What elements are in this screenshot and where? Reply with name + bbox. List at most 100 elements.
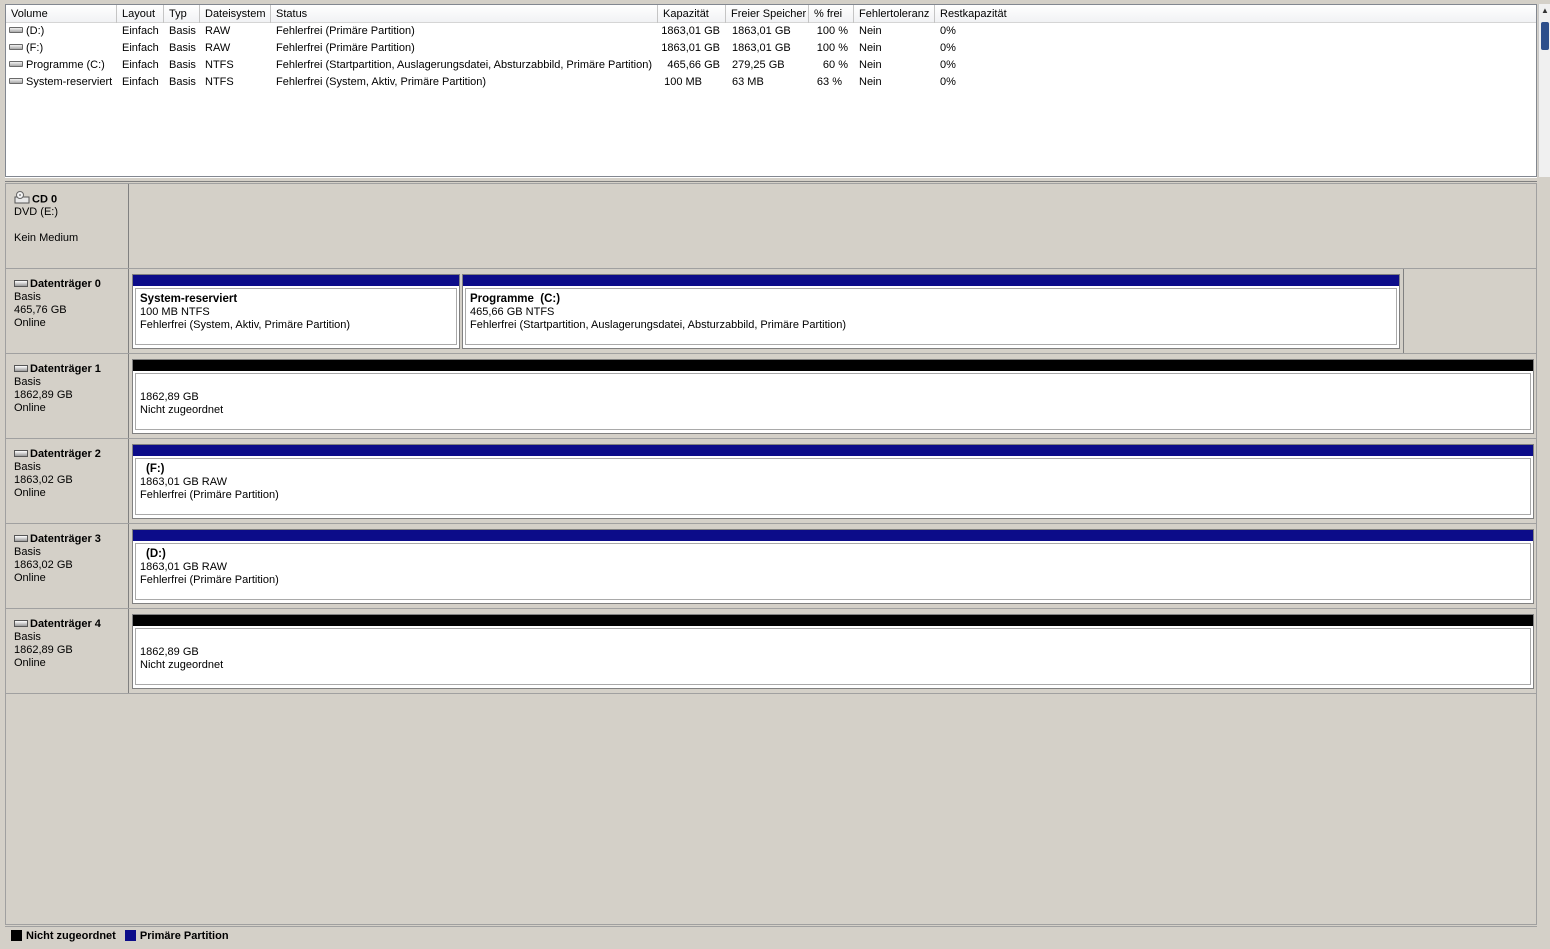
volume-row[interactable]: System-reserviert Einfach Basis NTFS Feh… [6,74,1536,91]
partition-details: 1862,89 GB Nicht zugeordnet [135,373,1531,430]
disk-name: Datenträger 1 [30,363,101,375]
primary-partition-bar [463,275,1399,286]
volume-row[interactable]: (D:) Einfach Basis RAW Fehlerfrei (Primä… [6,23,1536,40]
partition-details: Programme (C:) 465,66 GB NTFS Fehlerfrei… [465,288,1397,345]
restkapazitaet-cell: 0% [940,25,956,37]
volume-name: Programme (C:) [26,59,105,71]
freier-speicher-cell: 63 MB [732,76,764,88]
pane-splitter[interactable] [5,177,1537,182]
prozent-frei-cell: 60 % [822,59,848,71]
freier-speicher-cell: 279,25 GB [732,59,785,71]
status-cell: Fehlerfrei (Primäre Partition) [276,42,415,54]
disk-name: Datenträger 2 [30,448,101,460]
volume-list-scrollbar[interactable]: ▲ [1538,4,1550,177]
prozent-frei-cell: 63 % [816,76,842,88]
partition-d[interactable]: (D:) 1863,01 GB RAW Fehlerfrei (Primäre … [132,529,1534,604]
layout-cell: Einfach [122,25,159,37]
disk-label-0[interactable]: Datenträger 0 Basis 465,76 GB Online [6,269,129,353]
column-header-freier-speicher[interactable]: Freier Speicher [726,5,809,23]
volume-row[interactable]: Programme (C:) Einfach Basis NTFS Fehler… [6,57,1536,74]
drive-icon [9,27,23,34]
column-header-status[interactable]: Status [271,5,658,23]
disk-status: Online [14,657,46,669]
disk-name: Datenträger 0 [30,278,101,290]
restkapazitaet-cell: 0% [940,42,956,54]
partition-area: (D:) 1863,01 GB RAW Fehlerfrei (Primäre … [130,524,1536,608]
fehlertoleranz-cell: Nein [859,59,882,71]
kapazitaet-cell: 465,66 GB [667,59,720,71]
volume-list-header: Volume Layout Typ Dateisystem Status Kap… [6,5,1536,23]
partition-title: Programme (C:) [470,293,561,305]
dateisystem-cell: RAW [205,42,231,54]
partition-programme-c[interactable]: Programme (C:) 465,66 GB NTFS Fehlerfrei… [462,274,1400,349]
disk-empty-area [130,184,1536,268]
volume-cell: Programme (C:) [9,57,117,74]
disk-type: Basis [14,546,41,558]
disk-type: Basis [14,631,41,643]
partition-status: Fehlerfrei (Primäre Partition) [140,489,279,501]
disk-spacer [14,219,128,232]
partition-area: 1862,89 GB Nicht zugeordnet [130,354,1536,438]
volume-cell: (D:) [9,23,117,40]
volume-row[interactable]: (F:) Einfach Basis RAW Fehlerfrei (Primä… [6,40,1536,57]
partition-size: 100 MB NTFS [140,306,210,318]
legend-item-unallocated: Nicht zugeordnet [11,929,116,942]
column-header-fehlertoleranz[interactable]: Fehlertoleranz [854,5,935,23]
volume-list[interactable]: Volume Layout Typ Dateisystem Status Kap… [5,4,1537,177]
drive-icon [9,78,23,85]
hard-disk-icon [14,449,28,457]
fehlertoleranz-cell: Nein [859,42,882,54]
status-cell: Fehlerfrei (Primäre Partition) [276,25,415,37]
volume-cell: (F:) [9,40,117,57]
scroll-up-icon[interactable]: ▲ [1541,6,1549,15]
column-header-prozent-frei[interactable]: % frei [809,5,854,23]
disk-row-cd0[interactable]: CD 0 DVD (E:) Kein Medium [6,184,1536,269]
disk-row-3[interactable]: Datenträger 3 Basis 1863,02 GB Online (D… [6,524,1536,609]
column-header-kapazitaet[interactable]: Kapazität [658,5,726,23]
volume-name: (D:) [26,25,45,37]
partition-system-reserved[interactable]: System-reserviert 100 MB NTFS Fehlerfrei… [132,274,460,349]
status-cell: Fehlerfrei (System, Aktiv, Primäre Parti… [276,76,487,88]
partition-f[interactable]: (F:) 1863,01 GB RAW Fehlerfrei (Primäre … [132,444,1534,519]
typ-cell: Basis [169,59,196,71]
column-header-volume[interactable]: Volume [6,5,117,23]
volume-cell: System-reserviert [9,74,117,91]
disk-label-1[interactable]: Datenträger 1 Basis 1862,89 GB Online [6,354,129,438]
disk-view: CD 0 DVD (E:) Kein Medium Datenträger 0 … [5,183,1537,925]
hard-disk-icon [14,279,28,287]
disk-row-4[interactable]: Datenträger 4 Basis 1862,89 GB Online 18… [6,609,1536,694]
primary-partition-bar [133,530,1533,541]
disk-row-2[interactable]: Datenträger 2 Basis 1863,02 GB Online (F… [6,439,1536,524]
hard-disk-icon [14,534,28,542]
disk-name: CD 0 [32,193,58,206]
volume-name: System-reserviert [26,76,113,88]
legend-label: Nicht zugeordnet [26,930,116,942]
column-header-restkapazitaet[interactable]: Restkapazität [935,5,1537,23]
scrollbar-thumb[interactable] [1541,22,1549,50]
freier-speicher-cell: 1863,01 GB [732,42,791,54]
disk-label-3[interactable]: Datenträger 3 Basis 1863,02 GB Online [6,524,129,608]
column-header-dateisystem[interactable]: Dateisystem [200,5,271,23]
unallocated-bar [133,615,1533,626]
disk-row-0[interactable]: Datenträger 0 Basis 465,76 GB Online Sys… [6,269,1536,354]
partition-unallocated[interactable]: 1862,89 GB Nicht zugeordnet [132,359,1534,434]
disk-label-cd0[interactable]: CD 0 DVD (E:) Kein Medium [6,184,129,268]
column-header-layout[interactable]: Layout [117,5,164,23]
column-header-typ[interactable]: Typ [164,5,200,23]
partition-unallocated[interactable]: 1862,89 GB Nicht zugeordnet [132,614,1534,689]
disk-status: Online [14,317,46,329]
primary-partition-bar [133,445,1533,456]
partition-title: System-reserviert [140,293,238,305]
legend-label: Primäre Partition [139,930,229,942]
drive-icon [9,44,23,51]
kapazitaet-cell: 1863,01 GB [661,25,720,37]
partition-details: 1862,89 GB Nicht zugeordnet [135,628,1531,685]
partition-status: Fehlerfrei (Startpartition, Auslagerungs… [470,319,847,331]
partition-size: 1862,89 GB [140,391,199,403]
typ-cell: Basis [169,76,196,88]
disk-label-2[interactable]: Datenträger 2 Basis 1863,02 GB Online [6,439,129,523]
hard-disk-icon [14,619,28,627]
disk-row-1[interactable]: Datenträger 1 Basis 1862,89 GB Online 18… [6,354,1536,439]
disk-label-4[interactable]: Datenträger 4 Basis 1862,89 GB Online [6,609,129,693]
disk-size: 1862,89 GB [14,389,73,401]
